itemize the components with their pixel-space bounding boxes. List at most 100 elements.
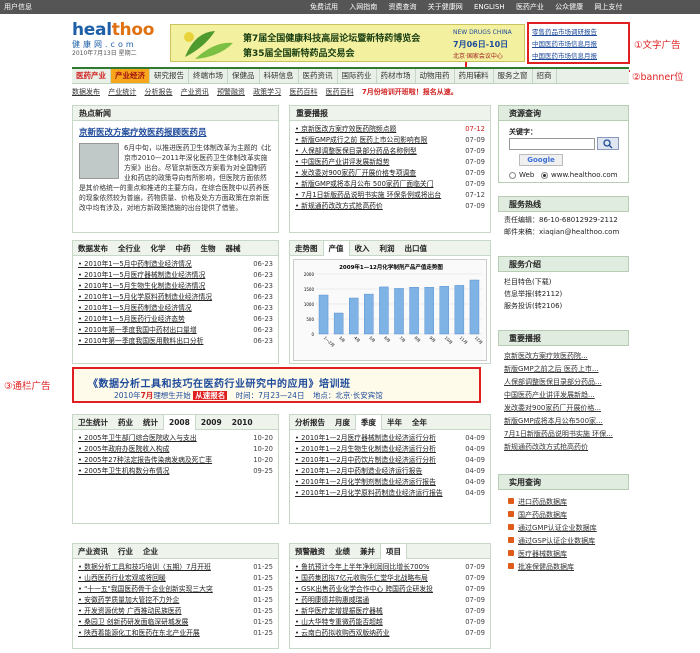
- analysis-item-title[interactable]: • 2010年1—2月化学制剂制造业经济运行报告: [295, 478, 436, 486]
- important-news-item-title[interactable]: • 京新医改方案疗效医药院频点题: [295, 125, 396, 133]
- data-release-item[interactable]: • 2010年第一季度我国中药材出口量增 06-23: [78, 325, 273, 336]
- hotline-email[interactable]: 邮件来稿：xiaqian@healthoo.com: [504, 226, 632, 238]
- tab-datarel-3[interactable]: 中药: [171, 241, 196, 256]
- tab-trend-3[interactable]: 利润: [375, 241, 400, 256]
- nav-item-economy[interactable]: 产业经济: [111, 69, 150, 83]
- top-banner-ad[interactable]: 第7届全国健康科技高层论坛暨新特药博览会 第35届全国新特药品交易会 NEW D…: [170, 24, 525, 62]
- important-news-item[interactable]: • 发改委对900家药厂开展价格专项调查 07-09: [295, 168, 485, 179]
- tab-analysis-3[interactable]: 半年: [382, 415, 407, 430]
- tab-stats-3[interactable]: 2008: [163, 415, 196, 430]
- tab-stats-0[interactable]: 卫生统计: [73, 415, 113, 430]
- data-release-item[interactable]: • 2010年第一季度我国医用敷料出口分析 06-23: [78, 336, 273, 347]
- practical-item[interactable]: 国产药品数据库: [508, 509, 619, 522]
- nav-item-industry[interactable]: 医药产业: [72, 69, 111, 83]
- tab-invest-1[interactable]: 业绩: [330, 544, 355, 559]
- nav-item-service[interactable]: 服务之窗: [494, 69, 533, 83]
- tab-industry-1[interactable]: 行业: [113, 544, 138, 559]
- analysis-item-title[interactable]: • 2010年1—2月中药饮片制造业经济运行分析: [295, 456, 436, 464]
- tab-stats-1[interactable]: 药业: [113, 415, 138, 430]
- nav-item-excipients[interactable]: 药用辅料: [455, 69, 494, 83]
- important-news-item-title[interactable]: • 新版GMP成行之前 医药上市公司影响有限: [295, 136, 427, 144]
- practical-item[interactable]: 医疗器械数据库: [508, 548, 619, 561]
- hot-news-title[interactable]: 京新医改方案疗效医药报顾医药员: [73, 121, 278, 143]
- nav-item-news[interactable]: 医药资讯: [299, 69, 338, 83]
- invest-item[interactable]: • 新华医疗定增提振医疗器械 07-09: [295, 606, 485, 617]
- analysis-item[interactable]: • 2010年1—2月医疗器械制造业经济运行分析 04-09: [295, 433, 485, 444]
- text-ad-link[interactable]: 零售药品市场调研报告: [532, 26, 625, 38]
- invest-item-title[interactable]: • 云南白药拟收购西双版纳药业: [295, 629, 390, 637]
- english-link[interactable]: ENGLISH: [474, 3, 505, 11]
- data-release-item[interactable]: • 2010年1—5月化学原料药制造业经济情况 06-23: [78, 292, 273, 303]
- important-news-item-title[interactable]: • 7月1日新版药品说明书实施 环保条例或将出台: [295, 191, 441, 199]
- nav-item-research[interactable]: 研究报告: [150, 69, 189, 83]
- tab-trend-4[interactable]: 出口值: [400, 241, 433, 256]
- important-news-item-title[interactable]: • 发改委对900家药厂开展价格专项调查: [295, 169, 416, 177]
- promo-text[interactable]: 7月份培训开班啦！报名从速。: [362, 88, 458, 96]
- analysis-item[interactable]: • 2010年1—2月化学制剂制造业经济运行报告 04-09: [295, 477, 485, 488]
- important-news-item[interactable]: • 人保部调整医保目录部分药品名称例型 07-09: [295, 146, 485, 157]
- industry-item[interactable]: • 数据分析工具和技巧培训（五期）7月开班 01-25: [78, 562, 273, 573]
- important2-item[interactable]: 新版GMP成将本月公布500家...: [504, 415, 623, 428]
- tab-analysis-2[interactable]: 季度: [355, 415, 382, 430]
- invest-item-title[interactable]: • 药明康德并购惠威瑞通: [295, 596, 369, 604]
- important-news-item-title[interactable]: • 人保部调整医保目录部分药品名称例型: [295, 147, 417, 155]
- industry-item-title[interactable]: • 陕西着能源化工和医药在东北产业开展: [78, 629, 200, 637]
- intro-line[interactable]: 服务投诉(转2106): [504, 300, 623, 312]
- fee-query-link[interactable]: 资费查询: [388, 3, 416, 11]
- nav-item-international[interactable]: 国际药业: [338, 69, 377, 83]
- subnav-item[interactable]: 产业统计: [108, 88, 136, 96]
- stats-item[interactable]: • 2005年卫生机构数分布情况 09-25: [78, 466, 273, 477]
- tab-datarel-1[interactable]: 全行业: [113, 241, 146, 256]
- stats-item[interactable]: • 2005年政府办医院收入构成 10-20: [78, 444, 273, 455]
- tab-trend-1[interactable]: 产值: [322, 241, 350, 256]
- nav-item-science[interactable]: 科研信息: [260, 69, 299, 83]
- industry-item-title[interactable]: • 山西医药行业宏观或将回暖: [78, 574, 166, 582]
- intro-line[interactable]: 信息举报(转2112): [504, 288, 623, 300]
- invest-item-title[interactable]: • 鲁抗预计今年上半年净利润同比增长700%: [295, 563, 429, 571]
- subnav-item[interactable]: 数据发布: [72, 88, 100, 96]
- invest-item[interactable]: • 云南白药拟收购西双版纳药业 07-09: [295, 628, 485, 639]
- subnav-item[interactable]: 医药百科: [289, 88, 317, 96]
- nav-item-health[interactable]: 保健品: [228, 69, 260, 83]
- industry-item-title[interactable]: • 安徽药学质量加大管控不力外企: [78, 596, 179, 604]
- analysis-item[interactable]: • 2010年1—2月中药制造业经济运行报告 04-09: [295, 466, 485, 477]
- pay-link[interactable]: 网上支付: [594, 3, 622, 11]
- industry-item-title[interactable]: • 开发资源优势 广西推动民族医药: [78, 607, 182, 615]
- industry-item[interactable]: • "十一五"我国医药骨干企业创新实现三大突 01-25: [78, 584, 273, 595]
- data-release-item-title[interactable]: • 2010年第一季度我国医用敷料出口分析: [78, 337, 203, 345]
- data-release-item-title[interactable]: • 2010年1—5月生物生化制造业经济情况: [78, 282, 205, 290]
- data-release-item-title[interactable]: • 2010年1—5月医药制造业经济情况: [78, 304, 192, 312]
- tab-stats-5[interactable]: 2010: [227, 415, 258, 430]
- invest-item-title[interactable]: • 山大华特专重微药能否超越: [295, 618, 383, 626]
- tab-industry-2[interactable]: 企业: [138, 544, 163, 559]
- practical-item[interactable]: 批准保健品数据库: [508, 561, 619, 574]
- data-release-item-title[interactable]: • 2010年1—5月医疗器械制造业经济情况: [78, 271, 205, 279]
- analysis-item-title[interactable]: • 2010年1—2月中药制造业经济运行报告: [295, 467, 422, 475]
- invest-item-title[interactable]: • GSK出售药业化学合作中心 跨国药企研发投: [295, 585, 433, 593]
- data-release-item[interactable]: • 2010年1—5月中药制造业经济情况 06-23: [78, 259, 273, 270]
- news-thumbnail[interactable]: [79, 143, 119, 179]
- industry-item[interactable]: • 开发资源优势 广西推动民族医药 01-25: [78, 606, 273, 617]
- nav-item-invest[interactable]: 招商: [533, 69, 557, 83]
- data-release-item[interactable]: • 2010年1—5月生物生化制造业经济情况 06-23: [78, 281, 273, 292]
- tab-trend-0[interactable]: 走势图: [290, 241, 323, 256]
- tab-datarel-5[interactable]: 器械: [221, 241, 246, 256]
- tab-stats-2[interactable]: 统计: [138, 415, 163, 430]
- tab-datarel-2[interactable]: 化学: [146, 241, 171, 256]
- data-release-item-title[interactable]: • 2010年1—5月中药制造业经济情况: [78, 260, 192, 268]
- important2-item[interactable]: 7月1日新版药品说明书实施 环保...: [504, 428, 623, 441]
- tab-analysis-4[interactable]: 全年: [407, 415, 432, 430]
- tab-invest-2[interactable]: 兼并: [355, 544, 380, 559]
- stats-item-title[interactable]: • 2005年政府办医院收入构成: [78, 445, 169, 453]
- data-release-item[interactable]: • 2010年1—5月医疗器械制造业经济情况 06-23: [78, 270, 273, 281]
- important2-item[interactable]: 京新医改方案疗效医药院...: [504, 350, 623, 363]
- stats-item-title[interactable]: • 2005年27种法定报告传染病发病及死亡率: [78, 456, 212, 464]
- subnav-item[interactable]: 政策学习: [253, 88, 281, 96]
- important-news-item-title[interactable]: • 新规通药改改方式抢高药价: [295, 202, 383, 210]
- subnav-item[interactable]: 产业资讯: [181, 88, 209, 96]
- strip-ad[interactable]: 《数据分析工具和技巧在医药行业研究中的应用》培训班 2010年7月理想生开始 从…: [72, 367, 481, 403]
- important2-item[interactable]: 中国医药产业讲评发展新趋...: [504, 389, 623, 402]
- stats-item[interactable]: • 2005年卫生部门综合医院收入与支出 10-20: [78, 433, 273, 444]
- industry-item[interactable]: • 陕西着能源化工和医药在东北产业开展 01-25: [78, 628, 273, 639]
- invest-item[interactable]: • 国药集团拟7亿元收购乐仁堂华北战略布局 07-09: [295, 573, 485, 584]
